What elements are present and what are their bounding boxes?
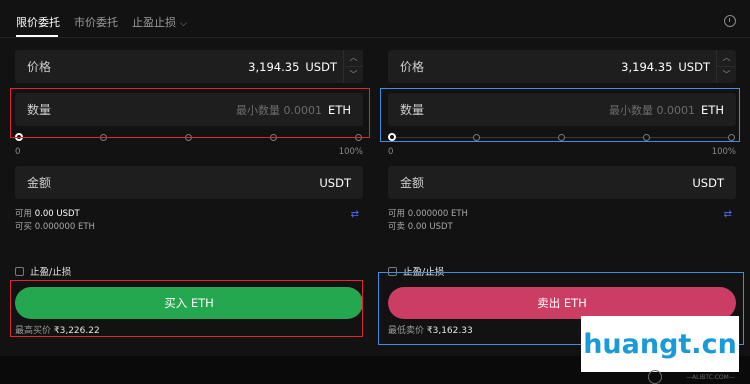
slider-step-25[interactable] <box>100 134 107 141</box>
can-buy-label: 可买 <box>15 222 33 232</box>
tab-tpsl-label: 止盈止损 <box>132 16 176 29</box>
slider-step-75[interactable] <box>270 134 277 141</box>
buy-quantity-placeholder: 最小数量 0.0001 <box>236 103 323 117</box>
slider-step-25[interactable] <box>473 134 480 141</box>
chevron-down-icon: ⌵ <box>180 19 187 29</box>
buy-panel: 价格 3,194.35 USDT ︿ ﹀ 数量 最小数量 0.0001 ETH … <box>15 50 363 336</box>
buy-price-unit: USDT <box>305 59 337 74</box>
buy-quantity-label: 数量 <box>27 103 52 117</box>
transfer-icon[interactable]: ⇄ <box>351 208 359 221</box>
sell-price-field[interactable]: 价格 3,194.35 USDT ︿ ﹀ <box>388 50 736 83</box>
sell-quantity-slider[interactable] <box>388 131 736 145</box>
watermark-circle <box>648 370 662 384</box>
tpsl-label: 止盈/止损 <box>30 267 72 278</box>
chevron-up-icon[interactable]: ︿ <box>717 50 736 67</box>
checkbox[interactable] <box>15 266 24 276</box>
tpsl-label: 止盈/止损 <box>403 267 445 278</box>
buy-amount-unit: USDT <box>319 175 351 190</box>
slider-min-label: 0 <box>15 147 21 157</box>
sell-price-unit: USDT <box>678 59 710 74</box>
best-bid-label: 最高买价 <box>15 326 52 336</box>
available-value: 0.00 USDT <box>34 209 80 219</box>
watermark-sub: —ALIBTC.COM— <box>686 374 735 381</box>
checkbox[interactable] <box>388 266 397 276</box>
watermark-logo: huangt.cn <box>581 316 739 372</box>
best-bid-value: ₹3,226.22 <box>53 326 100 336</box>
available-label: 可用 <box>15 209 33 219</box>
slider-labels: 0 100% <box>388 147 736 157</box>
sell-price-label: 价格 <box>400 60 425 74</box>
slider-max-label: 100% <box>711 147 736 157</box>
chevron-down-icon[interactable]: ﹀ <box>717 67 736 83</box>
buy-tpsl-toggle[interactable]: 止盈/止损 <box>15 264 363 278</box>
clock-icon[interactable] <box>724 15 736 27</box>
can-buy-value: 0.000000 ETH <box>34 222 95 232</box>
chevron-up-icon[interactable]: ︿ <box>344 50 363 67</box>
sell-amount-label: 金额 <box>400 176 425 190</box>
sell-amount-unit: USDT <box>692 175 724 190</box>
best-bid-info: 最高买价 ₹3,226.22 <box>15 323 363 336</box>
slider-handle[interactable] <box>388 133 396 141</box>
sell-price-value: 3,194.35 <box>621 59 673 74</box>
slider-max-label: 100% <box>338 147 363 157</box>
sell-price-stepper: ︿ ﹀ <box>716 50 736 83</box>
slider-handle[interactable] <box>15 133 23 141</box>
chevron-down-icon[interactable]: ﹀ <box>344 67 363 83</box>
buy-price-field[interactable]: 价格 3,194.35 USDT ︿ ﹀ <box>15 50 363 83</box>
buy-quantity-unit: ETH <box>328 102 351 117</box>
buy-price-stepper: ︿ ﹀ <box>343 50 363 83</box>
can-sell-label: 可卖 <box>388 222 406 232</box>
buy-amount-label: 金额 <box>27 176 52 190</box>
sell-tpsl-toggle[interactable]: 止盈/止损 <box>388 264 736 278</box>
sell-eth-button[interactable]: 卖出 ETH <box>388 287 736 319</box>
tab-tpsl-order[interactable]: 止盈止损 ⌵ <box>132 14 187 30</box>
buy-price-label: 价格 <box>27 60 52 74</box>
slider-step-100[interactable] <box>355 134 362 141</box>
slider-step-100[interactable] <box>728 134 735 141</box>
buy-price-value: 3,194.35 <box>248 59 300 74</box>
sell-amount-field[interactable]: 金额 USDT <box>388 166 736 199</box>
available-value: 0.000000 ETH <box>407 209 468 219</box>
sell-quantity-field[interactable]: 数量 最小数量 0.0001 ETH <box>388 93 736 126</box>
available-label: 可用 <box>388 209 406 219</box>
sell-panel: 价格 3,194.35 USDT ︿ ﹀ 数量 最小数量 0.0001 ETH … <box>388 50 736 336</box>
order-type-tabs: 限价委托 市价委托 止盈止损 ⌵ <box>16 14 187 30</box>
slider-step-50[interactable] <box>558 134 565 141</box>
buy-quantity-field[interactable]: 数量 最小数量 0.0001 ETH <box>15 93 363 126</box>
best-ask-value: ₹3,162.33 <box>426 326 473 336</box>
sell-quantity-placeholder: 最小数量 0.0001 <box>609 103 696 117</box>
tab-market-order[interactable]: 市价委托 <box>74 14 118 30</box>
sell-quantity-label: 数量 <box>400 103 425 117</box>
best-ask-label: 最低卖价 <box>388 326 425 336</box>
slider-step-75[interactable] <box>643 134 650 141</box>
tabs-divider <box>0 37 750 38</box>
tab-limit-order[interactable]: 限价委托 <box>16 14 60 30</box>
transfer-icon[interactable]: ⇄ <box>724 208 732 221</box>
buy-balance-info: 可用 0.00 USDT 可买 0.000000 ETH ⇄ <box>15 208 363 234</box>
sell-balance-info: 可用 0.000000 ETH 可卖 0.00 USDT ⇄ <box>388 208 736 234</box>
sell-quantity-unit: ETH <box>701 102 724 117</box>
buy-amount-field[interactable]: 金额 USDT <box>15 166 363 199</box>
can-sell-value: 0.00 USDT <box>407 222 453 232</box>
slider-min-label: 0 <box>388 147 394 157</box>
slider-labels: 0 100% <box>15 147 363 157</box>
buy-eth-button[interactable]: 买入 ETH <box>15 287 363 319</box>
slider-step-50[interactable] <box>185 134 192 141</box>
buy-quantity-slider[interactable] <box>15 131 363 145</box>
